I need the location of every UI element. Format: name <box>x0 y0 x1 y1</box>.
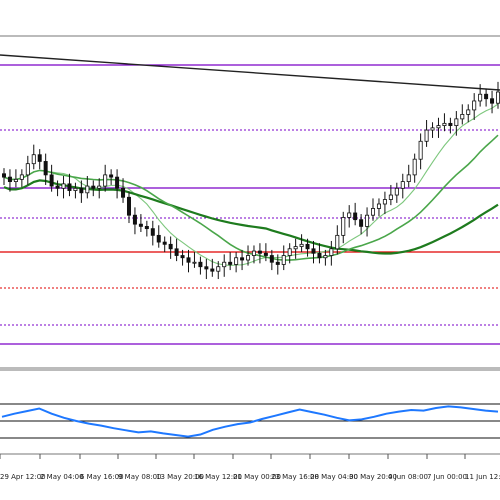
candle-body[interactable] <box>490 98 495 104</box>
candle-body[interactable] <box>275 261 280 265</box>
x-axis: 29 Apr 12:00 2 May 04:00 6 May 16:00 9 M… <box>0 454 500 481</box>
x-tick-label-1: 29 Apr 12:00 <box>0 473 46 481</box>
candle-body[interactable] <box>382 199 387 205</box>
candle-body[interactable] <box>234 257 239 265</box>
candle-body[interactable] <box>430 127 435 131</box>
candle-body[interactable] <box>43 161 48 176</box>
candle-body[interactable] <box>472 100 477 111</box>
candle-body[interactable] <box>216 266 221 272</box>
candle-body[interactable] <box>204 266 209 270</box>
candle-body[interactable] <box>323 255 328 259</box>
candle-body[interactable] <box>400 181 405 189</box>
candle-body[interactable] <box>251 250 256 256</box>
candle-body[interactable] <box>79 187 84 194</box>
candle-body[interactable] <box>222 261 227 268</box>
candle-body[interactable] <box>329 248 334 256</box>
candle-body[interactable] <box>495 91 500 104</box>
candle-body[interactable] <box>460 114 465 120</box>
candle-body[interactable] <box>91 185 96 189</box>
candle-body[interactable] <box>281 255 286 265</box>
candle-body[interactable] <box>466 109 471 115</box>
candle-body[interactable] <box>371 208 376 216</box>
candle-body[interactable] <box>121 187 126 198</box>
candle-body[interactable] <box>174 248 179 256</box>
candle-body[interactable] <box>412 158 417 176</box>
candle-body[interactable] <box>49 174 54 187</box>
candle-body[interactable] <box>454 118 459 126</box>
candle-body[interactable] <box>126 196 131 216</box>
candle-body[interactable] <box>115 176 120 189</box>
x-tick-label-2: 2 May 04:00 <box>40 473 84 481</box>
candle-body[interactable] <box>228 261 233 265</box>
candle-body[interactable] <box>436 125 441 129</box>
x-tick-label-13: 11 Jun 12:00 <box>465 473 500 481</box>
trading-chart[interactable]: 29 Apr 12:00 2 May 04:00 6 May 16:00 9 M… <box>0 0 500 500</box>
candle-body[interactable] <box>109 174 114 178</box>
candle-body[interactable] <box>97 185 102 189</box>
candle-body[interactable] <box>269 255 274 263</box>
candle-body[interactable] <box>448 122 453 127</box>
candle-body[interactable] <box>478 93 483 102</box>
candle-body[interactable] <box>85 185 90 194</box>
candle-body[interactable] <box>31 154 36 165</box>
candle-body[interactable] <box>192 261 197 264</box>
oscillator-background <box>0 370 500 454</box>
candle-body[interactable] <box>168 243 173 250</box>
candle-body[interactable] <box>186 257 191 263</box>
candle-body[interactable] <box>132 214 137 225</box>
candle-body[interactable] <box>103 174 108 187</box>
candle-body[interactable] <box>388 194 393 200</box>
candle-body[interactable] <box>311 248 316 254</box>
candle-body[interactable] <box>263 252 268 256</box>
candle-body[interactable] <box>246 255 251 261</box>
candle-body[interactable] <box>335 234 340 250</box>
candle-body[interactable] <box>150 228 155 236</box>
candle-body[interactable] <box>210 268 215 272</box>
main-chart-panel[interactable] <box>0 35 500 369</box>
candle-body[interactable] <box>25 163 30 176</box>
candle-body[interactable] <box>61 183 66 189</box>
candle-body[interactable] <box>19 174 24 180</box>
candle-body[interactable] <box>162 241 167 245</box>
candle-body[interactable] <box>55 185 60 189</box>
candle-body[interactable] <box>240 257 245 261</box>
candle-body[interactable] <box>359 219 364 227</box>
candle-body[interactable] <box>353 212 358 221</box>
candle-body[interactable] <box>293 246 298 250</box>
candle-body[interactable] <box>424 129 429 142</box>
candle-body[interactable] <box>37 154 42 162</box>
candle-body[interactable] <box>13 178 18 183</box>
candle-body[interactable] <box>198 261 203 268</box>
candle-body[interactable] <box>305 243 310 250</box>
x-tick-label-12: 7 Jun 00:00 <box>427 473 467 481</box>
candle-body[interactable] <box>341 217 346 236</box>
candle-body[interactable] <box>2 173 7 178</box>
candle-body[interactable] <box>138 223 143 227</box>
candle-body[interactable] <box>73 187 78 191</box>
candle-body[interactable] <box>317 252 322 259</box>
candle-body[interactable] <box>347 212 352 218</box>
candle-body[interactable] <box>376 203 381 209</box>
candle-body[interactable] <box>7 176 12 182</box>
candle-body[interactable] <box>180 255 185 259</box>
candle-body[interactable] <box>257 250 262 254</box>
candle-body[interactable] <box>394 187 399 196</box>
candle-body[interactable] <box>442 122 447 127</box>
candle-body[interactable] <box>67 183 72 191</box>
candle-body[interactable] <box>287 248 292 256</box>
oscillator-panel[interactable] <box>0 369 500 455</box>
candle-body[interactable] <box>484 93 489 100</box>
candle-body[interactable] <box>156 234 161 243</box>
candle-body[interactable] <box>144 225 149 230</box>
candle-body[interactable] <box>406 174 411 183</box>
candle-body[interactable] <box>365 214 370 227</box>
candle-body[interactable] <box>418 140 423 160</box>
main-chart-background <box>0 36 500 368</box>
x-tick-label-11: 4 Jun 08:00 <box>388 473 428 481</box>
candle-body[interactable] <box>299 243 304 247</box>
